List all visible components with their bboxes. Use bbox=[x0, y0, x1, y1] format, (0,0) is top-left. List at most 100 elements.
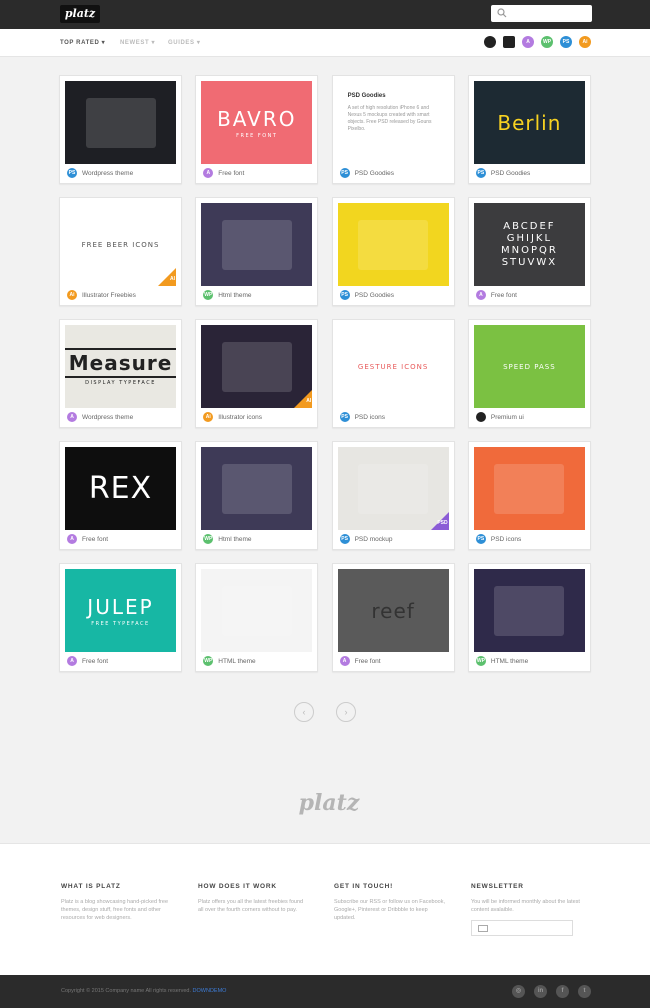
item-card[interactable]: PS PSD Goodies bbox=[331, 197, 455, 306]
item-card[interactable]: reef A Free font bbox=[331, 563, 455, 672]
item-thumbnail[interactable] bbox=[201, 203, 313, 286]
category-icon: A bbox=[203, 168, 214, 178]
facebook-icon[interactable]: f bbox=[556, 985, 569, 998]
item-caption: WP Html theme bbox=[203, 534, 252, 544]
item-caption-label[interactable]: Html theme bbox=[218, 292, 251, 299]
item-thumbnail[interactable]: GESTURE ICONS bbox=[337, 325, 449, 408]
item-card[interactable]: Berlin PS PSD Goodies bbox=[467, 75, 591, 184]
search-icon bbox=[497, 8, 507, 18]
twitter-icon[interactable]: t bbox=[578, 985, 591, 998]
item-thumbnail[interactable] bbox=[65, 81, 176, 164]
thumbnail-artwork bbox=[494, 585, 565, 636]
prev-page-button[interactable]: ‹ bbox=[294, 702, 314, 722]
next-page-button[interactable]: › bbox=[336, 702, 356, 722]
font-icon[interactable]: A bbox=[522, 36, 534, 48]
item-thumbnail[interactable] bbox=[201, 447, 313, 530]
social-links: ◎ in f t bbox=[512, 985, 591, 998]
item-caption-label[interactable]: PSD mockup bbox=[355, 536, 393, 543]
item-caption-label[interactable]: Wordpress theme bbox=[82, 414, 133, 421]
item-card[interactable]: PSD Goodies A set of high resolution iPho… bbox=[331, 75, 455, 184]
item-thumbnail[interactable] bbox=[337, 203, 449, 286]
item-caption-label[interactable]: Illustrator Freebies bbox=[82, 292, 136, 299]
item-caption: PS PSD icons bbox=[339, 412, 385, 422]
tab-guides[interactable]: GUIDES ▾ bbox=[168, 39, 201, 46]
premium-icon[interactable] bbox=[484, 36, 496, 48]
item-thumbnail[interactable] bbox=[473, 569, 585, 652]
item-thumbnail[interactable]: REX bbox=[65, 447, 176, 530]
category-icon: PS bbox=[339, 412, 350, 422]
item-card[interactable]: REX A Free font bbox=[59, 441, 182, 550]
tab-top-rated[interactable]: TOP RATED ▾ bbox=[60, 39, 105, 46]
thumbnail-title: SPEED PASS bbox=[503, 363, 556, 371]
tab-newest[interactable]: NEWEST ▾ bbox=[120, 39, 155, 46]
item-card[interactable]: ABCDEF GHIJKL MNOPQR STUVWX A Free font bbox=[467, 197, 591, 306]
copyright-link[interactable]: DOWNDEMO bbox=[193, 988, 227, 994]
item-caption-label[interactable]: Html theme bbox=[218, 536, 251, 543]
item-caption-label[interactable]: Wordpress theme bbox=[82, 170, 133, 177]
item-caption-label[interactable]: Illustrator icons bbox=[218, 414, 262, 421]
item-caption-label[interactable]: PSD Goodies bbox=[355, 292, 394, 299]
search-input[interactable] bbox=[491, 5, 592, 22]
item-thumbnail[interactable]: PSD Goodies A set of high resolution iPho… bbox=[337, 81, 449, 164]
item-card[interactable]: PSD PS PSD mockup bbox=[331, 441, 455, 550]
category-icon: A bbox=[67, 656, 77, 666]
footer-heading: WHAT IS PLATZ bbox=[61, 883, 121, 890]
item-caption-label[interactable]: PSD Goodies bbox=[355, 170, 394, 177]
site-logo[interactable]: platz bbox=[60, 5, 100, 23]
thumbnail-subtitle: FREE FONT bbox=[236, 132, 278, 139]
item-caption-label[interactable]: PSD icons bbox=[491, 536, 521, 543]
item-card[interactable]: GESTURE ICONS PS PSD icons bbox=[331, 319, 455, 428]
item-thumbnail[interactable]: reef bbox=[337, 569, 449, 652]
bottom-bar: Copyright © 2015 Company name All rights… bbox=[0, 975, 650, 1008]
footer-col-how: HOW DOES IT WORK Platz offers you all th… bbox=[198, 883, 310, 914]
item-card[interactable]: WP Html theme bbox=[195, 441, 319, 550]
image-icon[interactable] bbox=[503, 36, 515, 48]
footer-text: Platz is a blog showcasing hand-picked f… bbox=[61, 899, 169, 921]
item-card[interactable]: WP Html theme bbox=[195, 197, 319, 306]
item-thumbnail[interactable]: Measure DISPLAY TYPEFACE bbox=[65, 325, 176, 408]
item-caption-label[interactable]: HTML theme bbox=[218, 658, 255, 665]
item-caption-label[interactable]: PSD icons bbox=[355, 414, 385, 421]
item-card[interactable]: JULEP FREE TYPEFACE A Free font bbox=[59, 563, 182, 672]
item-thumbnail[interactable]: AI bbox=[201, 325, 313, 408]
footer-text: Subscribe our RSS or follow us on Facebo… bbox=[334, 899, 445, 921]
item-thumbnail[interactable] bbox=[201, 569, 313, 652]
item-thumbnail[interactable]: ABCDEF GHIJKL MNOPQR STUVWX bbox=[473, 203, 585, 286]
ai-icon[interactable]: Ai bbox=[579, 36, 591, 48]
thumbnail-title: FREE BEER ICONS bbox=[82, 241, 160, 249]
item-caption-label[interactable]: PSD Goodies bbox=[491, 170, 530, 177]
item-card[interactable]: BAVRO FREE FONT A Free font bbox=[195, 75, 319, 184]
item-caption: A Free font bbox=[339, 656, 381, 666]
item-caption: WP Html theme bbox=[203, 290, 252, 300]
item-card[interactable]: WP HTML theme bbox=[467, 563, 591, 672]
category-icon: A bbox=[339, 656, 350, 666]
item-caption-label[interactable]: HTML theme bbox=[491, 658, 528, 665]
item-caption-label[interactable]: Free font bbox=[82, 658, 108, 665]
linkedin-icon[interactable]: in bbox=[534, 985, 547, 998]
item-thumbnail[interactable]: BAVRO FREE FONT bbox=[201, 81, 313, 164]
item-card[interactable]: WP HTML theme bbox=[195, 563, 319, 672]
item-card[interactable]: Measure DISPLAY TYPEFACE A Wordpress theme bbox=[59, 319, 182, 428]
item-caption-label[interactable]: Premium ui bbox=[491, 414, 524, 421]
item-thumbnail[interactable]: Berlin bbox=[473, 81, 585, 164]
newsletter-email-input[interactable] bbox=[471, 920, 573, 936]
item-card[interactable]: PS PSD icons bbox=[467, 441, 591, 550]
item-thumbnail[interactable]: PSD bbox=[337, 447, 449, 530]
item-card[interactable]: FREE BEER ICONS AI Ai Illustrator Freebies bbox=[59, 197, 182, 306]
item-caption-label[interactable]: Free font bbox=[491, 292, 517, 299]
item-caption-label[interactable]: Free font bbox=[218, 170, 244, 177]
item-card[interactable]: AI Ai Illustrator icons bbox=[195, 319, 319, 428]
item-card[interactable]: SPEED PASS Premium ui bbox=[467, 319, 591, 428]
psd-icon[interactable]: PS bbox=[560, 36, 572, 48]
item-thumbnail[interactable] bbox=[473, 447, 585, 530]
item-caption-label[interactable]: Free font bbox=[355, 658, 381, 665]
item-caption-label[interactable]: Free font bbox=[82, 536, 108, 543]
item-thumbnail[interactable]: SPEED PASS bbox=[473, 325, 585, 408]
thumbnail-artwork bbox=[358, 219, 429, 270]
item-thumbnail[interactable]: JULEP FREE TYPEFACE bbox=[65, 569, 176, 652]
item-thumbnail[interactable]: FREE BEER ICONS AI bbox=[65, 203, 176, 286]
dribbble-icon[interactable]: ◎ bbox=[512, 985, 525, 998]
thumbnail-title-text: JULEP bbox=[87, 594, 154, 619]
wp-icon[interactable]: WP bbox=[541, 36, 553, 48]
item-card[interactable]: PS Wordpress theme bbox=[59, 75, 182, 184]
